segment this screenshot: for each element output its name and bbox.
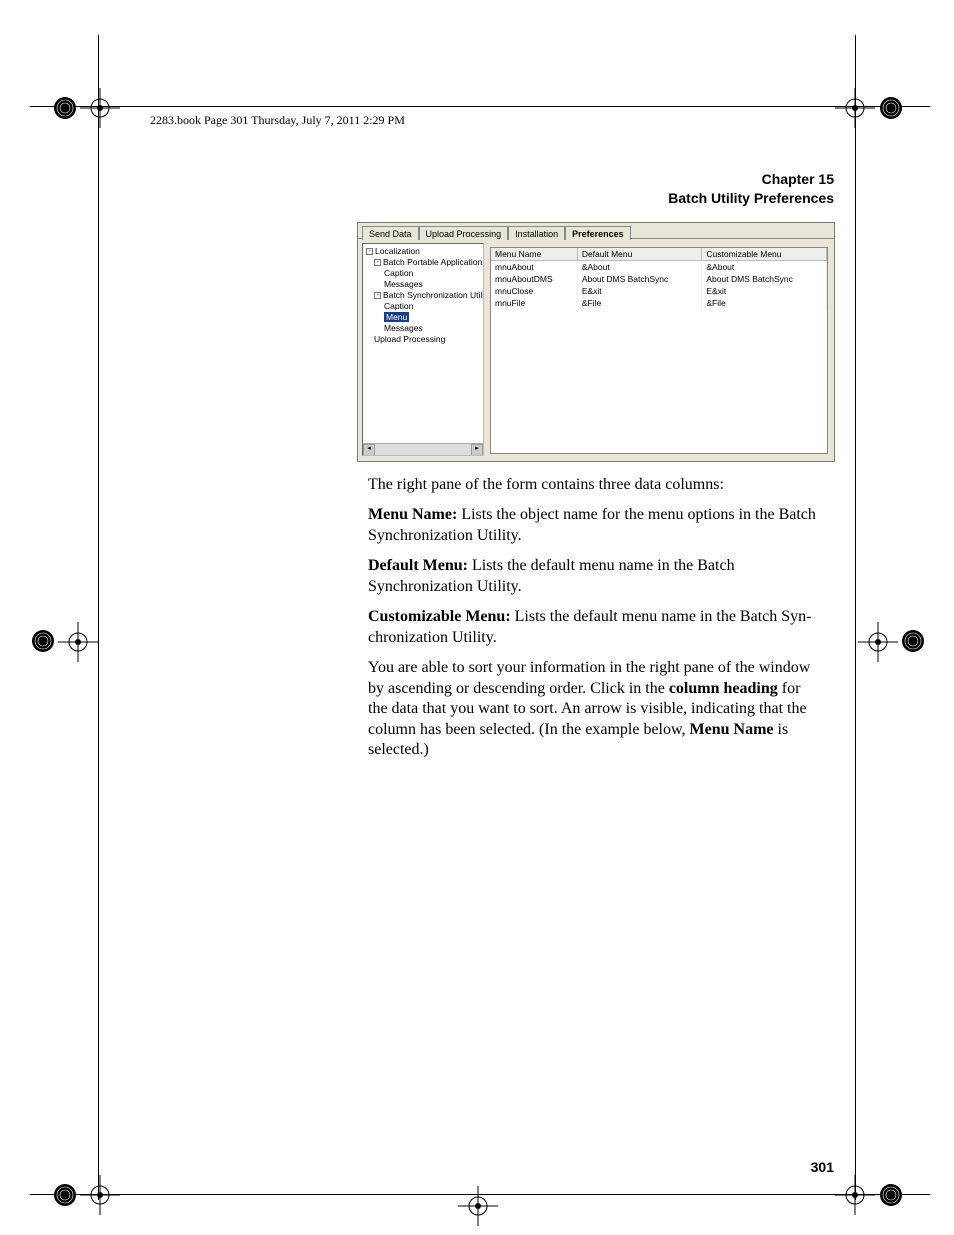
table-cell: mnuAbout xyxy=(491,261,577,274)
paragraph: The right pane of the form contains thre… xyxy=(368,475,823,495)
tree-item-label: Messages xyxy=(384,323,423,333)
screenshot-body: -Localization-Batch Portable Application… xyxy=(358,239,834,460)
tree-item[interactable]: Caption xyxy=(364,268,482,279)
binder-ring-icon xyxy=(52,1182,78,1208)
registration-mark-icon xyxy=(80,1175,120,1215)
table-row[interactable]: mnuAboutDMSAbout DMS BatchSyncAbout DMS … xyxy=(491,273,827,285)
collapse-icon[interactable]: - xyxy=(366,248,373,255)
registration-mark-icon xyxy=(835,1175,875,1215)
page-number: 301 xyxy=(811,1159,834,1175)
term-menu-name-inline: Menu Name xyxy=(690,721,774,738)
tab-bar: Send Data Upload Processing Installation… xyxy=(358,223,834,239)
tree-item-label: Batch Portable Application xyxy=(383,257,482,267)
table-cell: E&xit xyxy=(702,285,827,297)
tab-send-data[interactable]: Send Data xyxy=(362,226,419,240)
tree-item-label: Localization xyxy=(375,246,420,256)
binder-ring-icon xyxy=(30,628,56,654)
table-pane: Menu Name Default Menu Customizable Menu… xyxy=(490,247,828,454)
table-row[interactable]: mnuCloseE&xitE&xit xyxy=(491,285,827,297)
table-header-row: Menu Name Default Menu Customizable Menu xyxy=(491,248,827,261)
tab-preferences[interactable]: Preferences xyxy=(565,226,631,240)
table-cell: &File xyxy=(577,297,702,309)
table-cell: &About xyxy=(702,261,827,274)
binder-ring-icon xyxy=(900,628,926,654)
paragraph: Default Menu: Lists the default menu nam… xyxy=(368,556,823,597)
table-cell: mnuClose xyxy=(491,285,577,297)
registration-mark-icon xyxy=(80,88,120,128)
registration-mark-icon xyxy=(858,622,898,662)
registration-mark-icon xyxy=(458,1186,498,1226)
tree-item[interactable]: Menu xyxy=(364,312,482,323)
col-customizable-menu[interactable]: Customizable Menu xyxy=(702,248,827,261)
crop-line xyxy=(98,35,99,1200)
tab-installation[interactable]: Installation xyxy=(508,226,565,240)
paragraph: Customizable Menu: Lists the default men… xyxy=(368,607,823,648)
registration-mark-icon xyxy=(58,622,98,662)
tree-item-label: Caption xyxy=(384,301,413,311)
table-cell: mnuFile xyxy=(491,297,577,309)
tree-item-label: Messages xyxy=(384,279,423,289)
tree-item-label: Batch Synchronization Utility xyxy=(383,290,484,300)
table-row[interactable]: mnuFile&File&File xyxy=(491,297,827,309)
tab-upload-processing[interactable]: Upload Processing xyxy=(419,226,509,240)
table-cell: mnuAboutDMS xyxy=(491,273,577,285)
crop-line xyxy=(30,106,930,107)
table-cell: About DMS BatchSync xyxy=(577,273,702,285)
paragraph: Menu Name: Lists the object name for the… xyxy=(368,505,823,546)
binder-ring-icon xyxy=(878,95,904,121)
table-cell: &File xyxy=(702,297,827,309)
tree-item[interactable]: Messages xyxy=(364,279,482,290)
chapter-title: Batch Utility Preferences xyxy=(668,189,834,208)
paragraph: You are able to sort your information in… xyxy=(368,658,823,760)
running-header: 2283.book Page 301 Thursday, July 7, 201… xyxy=(150,113,405,128)
col-default-menu[interactable]: Default Menu xyxy=(577,248,702,261)
tree-item-label: Caption xyxy=(384,268,413,278)
crop-line xyxy=(855,35,856,1200)
tree-item[interactable]: Messages xyxy=(364,323,482,334)
scroll-right-button[interactable]: ▸ xyxy=(471,444,483,456)
tree-item[interactable]: -Localization xyxy=(364,246,482,257)
term-default-menu: Default Menu: xyxy=(368,557,468,574)
table-cell: About DMS BatchSync xyxy=(702,273,827,285)
chapter-heading: Chapter 15 Batch Utility Preferences xyxy=(668,170,834,208)
horizontal-scrollbar[interactable]: ◂ ▸ xyxy=(363,443,483,455)
table-cell: E&xit xyxy=(577,285,702,297)
table-row[interactable]: mnuAbout&About&About xyxy=(491,261,827,274)
term-menu-name: Menu Name: xyxy=(368,506,457,523)
screenshot: Send Data Upload Processing Installation… xyxy=(357,222,835,462)
tree-item-label: Upload Processing xyxy=(374,334,445,344)
registration-mark-icon xyxy=(835,88,875,128)
tree-item[interactable]: -Batch Synchronization Utility xyxy=(364,290,482,301)
tree-pane[interactable]: -Localization-Batch Portable Application… xyxy=(362,243,484,456)
tree-item[interactable]: -Batch Portable Application xyxy=(364,257,482,268)
col-menu-name[interactable]: Menu Name xyxy=(491,248,577,261)
term-customizable-menu: Customizable Menu: xyxy=(368,608,511,625)
collapse-icon[interactable]: - xyxy=(374,259,381,266)
body-text: The right pane of the form contains thre… xyxy=(368,475,823,771)
binder-ring-icon xyxy=(878,1182,904,1208)
table-cell: &About xyxy=(577,261,702,274)
binder-ring-icon xyxy=(52,95,78,121)
page: 2283.book Page 301 Thursday, July 7, 201… xyxy=(0,0,954,1235)
scroll-left-button[interactable]: ◂ xyxy=(363,444,375,456)
tree-list: -Localization-Batch Portable Application… xyxy=(364,246,482,345)
tree-item[interactable]: Caption xyxy=(364,301,482,312)
tree-item[interactable]: Upload Processing xyxy=(364,334,482,345)
collapse-icon[interactable]: - xyxy=(374,292,381,299)
menu-table: Menu Name Default Menu Customizable Menu… xyxy=(491,248,827,309)
tree-item-label: Menu xyxy=(384,312,409,322)
chapter-number: Chapter 15 xyxy=(668,170,834,189)
term-column-heading: column heading xyxy=(669,680,778,697)
